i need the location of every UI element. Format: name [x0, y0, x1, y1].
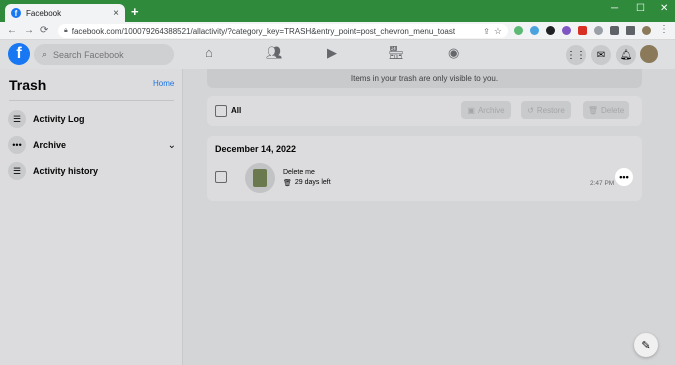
- trash-icon: 🗑︎: [587, 105, 599, 115]
- extension-icon[interactable]: [530, 26, 539, 35]
- facebook-logo[interactable]: f: [8, 43, 30, 65]
- marketplace-icon[interactable]: 🏪︎: [388, 45, 405, 61]
- browser-menu-icon[interactable]: ⋮: [659, 24, 669, 35]
- sidebar-item-activity-log[interactable]: ☰ Activity Log: [8, 109, 176, 129]
- forward-icon[interactable]: →: [24, 25, 34, 36]
- days-left: 🗑︎ 29 days left: [283, 179, 331, 187]
- extensions-puzzle-icon[interactable]: [610, 26, 619, 35]
- reload-icon[interactable]: ⟳: [40, 25, 48, 36]
- address-bar[interactable]: 🔒︎ facebook.com/100079264388521/allactiv…: [58, 24, 508, 38]
- menu-grid-icon[interactable]: ⋮⋮: [566, 45, 586, 65]
- page-title: Trash: [9, 77, 47, 93]
- divider: [9, 100, 174, 101]
- restore-button[interactable]: ↺ Restore: [521, 101, 571, 119]
- bookmark-star-icon[interactable]: ☆: [494, 26, 502, 37]
- thumbnail-image: [253, 169, 267, 187]
- restore-icon: ↺: [527, 105, 534, 115]
- archive-button-label: Archive: [477, 105, 505, 115]
- more-options-button[interactable]: •••: [615, 168, 633, 186]
- main-content: Items in your trash are only visible to …: [184, 69, 675, 365]
- delete-button-label: Delete: [601, 105, 625, 115]
- chevron-down-icon[interactable]: ⌄: [168, 140, 176, 151]
- groups-icon[interactable]: ◉: [448, 45, 459, 61]
- extension-icon[interactable]: [578, 26, 587, 35]
- list-icon: ☰: [8, 110, 26, 128]
- extension-icon[interactable]: [562, 26, 571, 35]
- minimize-button[interactable]: ─: [611, 3, 618, 14]
- browser-titlebar: f Facebook × + ─ ☐ ✕: [0, 0, 675, 22]
- url-text: facebook.com/100079264388521/allactivity…: [71, 26, 456, 36]
- browser-toolbar: ← → ⟳ 🔒︎ facebook.com/100079264388521/al…: [0, 22, 675, 40]
- sidebar: Trash Home ☰ Activity Log ••• Archive ⌄ …: [0, 69, 183, 365]
- friends-icon[interactable]: 👥︎: [266, 45, 283, 61]
- browser-tab[interactable]: f Facebook ×: [5, 4, 125, 22]
- new-message-button[interactable]: ✎: [634, 333, 658, 357]
- extension-icon[interactable]: [546, 26, 555, 35]
- tab-close-icon[interactable]: ×: [113, 8, 119, 19]
- trash-icon: 🗑︎: [283, 180, 292, 187]
- item-time: 2:47 PM: [590, 180, 615, 187]
- select-all-checkbox[interactable]: [215, 105, 227, 117]
- trash-info-banner: Items in your trash are only visible to …: [207, 69, 642, 88]
- list-icon: ☰: [8, 162, 26, 180]
- account-avatar[interactable]: [640, 45, 658, 63]
- trash-date-group: December 14, 2022 Delete me 🗑︎ 29 days l…: [207, 136, 642, 201]
- maximize-button[interactable]: ☐: [636, 3, 645, 14]
- lock-icon: 🔒︎: [64, 27, 68, 34]
- watch-icon[interactable]: ▶: [327, 45, 337, 61]
- search-input[interactable]: [53, 49, 154, 60]
- post-thumbnail: [245, 163, 275, 193]
- sidebar-item-archive[interactable]: ••• Archive ⌄: [8, 135, 176, 155]
- close-window-button[interactable]: ✕: [660, 3, 668, 14]
- new-tab-button[interactable]: +: [131, 4, 139, 19]
- sidebar-item-activity-history[interactable]: ☰ Activity history: [8, 161, 176, 181]
- item-title[interactable]: Delete me: [283, 169, 315, 176]
- sidebar-item-label: Activity history: [33, 166, 99, 176]
- sidebar-item-label: Archive: [33, 140, 67, 150]
- days-left-text: 29 days left: [294, 179, 331, 186]
- search-box[interactable]: ⌕: [34, 44, 174, 65]
- notifications-icon[interactable]: 🔔︎: [616, 45, 636, 65]
- date-header: December 14, 2022: [215, 144, 297, 154]
- profile-avatar[interactable]: [642, 26, 651, 35]
- compose-icon: ✎: [641, 339, 651, 352]
- archive-icon: ▣: [467, 105, 475, 115]
- home-link[interactable]: Home: [153, 79, 174, 88]
- bulk-actions-card: All ▣ Archive ↺ Restore 🗑︎ Delete: [207, 96, 642, 126]
- facebook-favicon-icon: f: [11, 8, 21, 18]
- extension-icon[interactable]: [594, 26, 603, 35]
- home-icon[interactable]: ⌂: [205, 45, 213, 60]
- tab-title: Facebook: [26, 8, 62, 18]
- side-panel-icon[interactable]: [626, 26, 635, 35]
- restore-button-label: Restore: [536, 105, 565, 115]
- archive-button[interactable]: ▣ Archive: [461, 101, 511, 119]
- share-icon[interactable]: ⇪: [483, 27, 490, 36]
- more-icon: •••: [8, 136, 26, 154]
- back-icon[interactable]: ←: [7, 25, 17, 36]
- facebook-header: f ⌕ ⌂ 👥︎ ▶ 🏪︎ ◉ ⋮⋮ ✉ 🔔︎: [0, 40, 675, 69]
- item-checkbox[interactable]: [215, 171, 227, 183]
- extension-icon[interactable]: [514, 26, 523, 35]
- messenger-icon[interactable]: ✉: [591, 45, 611, 65]
- search-icon: ⌕: [42, 49, 48, 59]
- delete-button[interactable]: 🗑︎ Delete: [583, 101, 629, 119]
- select-all-label: All: [231, 106, 242, 115]
- sidebar-item-label: Activity Log: [33, 114, 85, 124]
